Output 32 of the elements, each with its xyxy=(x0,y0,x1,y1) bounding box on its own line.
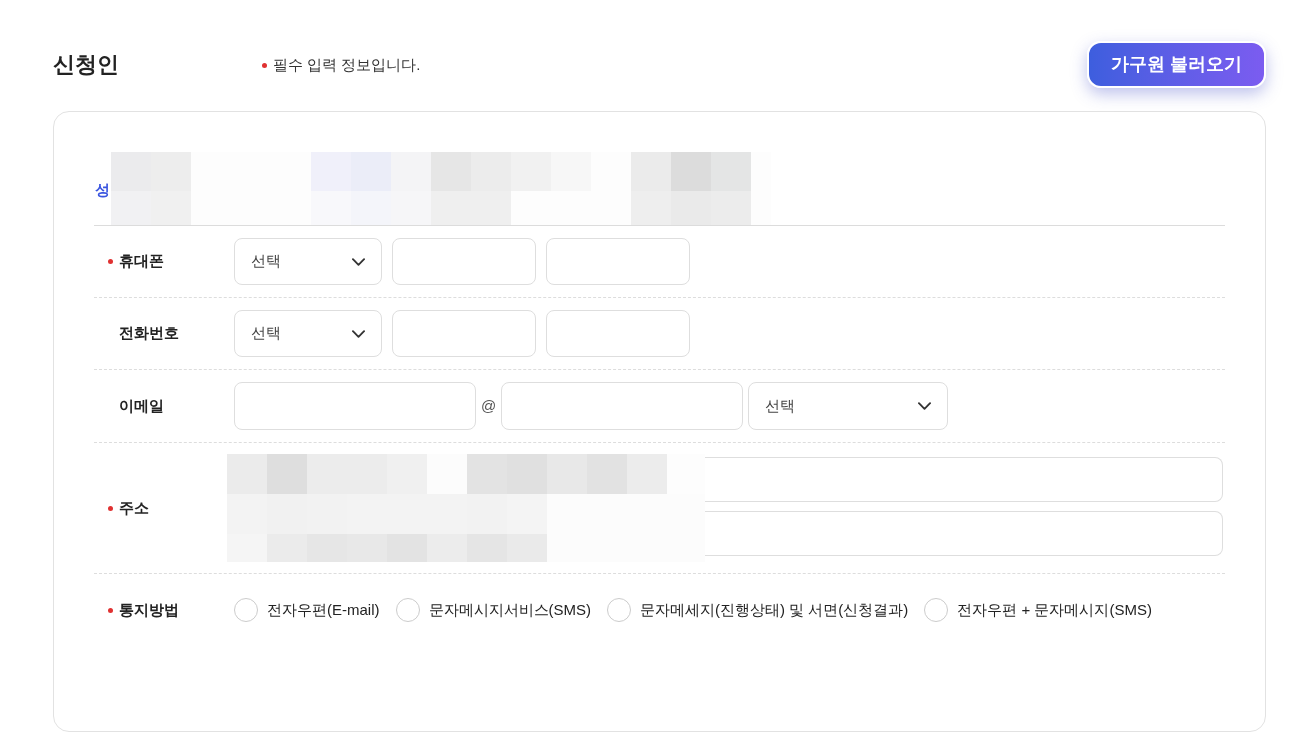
text-input[interactable] xyxy=(546,238,690,285)
field-label: 전화번호 xyxy=(119,323,179,344)
field-label: 휴대폰 xyxy=(119,251,164,272)
text-input[interactable] xyxy=(501,382,744,430)
chevron-down-icon xyxy=(352,329,365,338)
text-input[interactable] xyxy=(546,310,690,357)
field-label: 주소 xyxy=(119,497,149,518)
chevron-down-icon xyxy=(352,257,365,266)
at-sign-text: @ xyxy=(481,395,497,416)
chevron-down-icon xyxy=(918,402,932,410)
text-input[interactable] xyxy=(392,238,536,285)
text-input[interactable] xyxy=(234,382,476,430)
radio-button[interactable] xyxy=(395,598,420,622)
text-input[interactable] xyxy=(392,310,536,357)
section-title: 신청인 xyxy=(53,51,120,79)
select-dropdown[interactable]: 선택 xyxy=(234,238,382,285)
select-dropdown[interactable]: 선택 xyxy=(748,382,949,430)
option-label[interactable]: 전자우편(E-mail) xyxy=(267,598,380,622)
option-label[interactable]: 문자메시지서비스(SMS) xyxy=(428,598,591,622)
required-note: 필수 입력 정보입니다. xyxy=(273,54,421,75)
radio-button[interactable] xyxy=(234,598,258,622)
radio-button[interactable] xyxy=(607,598,631,622)
text-input[interactable] xyxy=(705,511,1223,556)
option-label[interactable]: 문자메세지(진행상태) 및 서면(신청결과) xyxy=(640,598,909,622)
select-dropdown[interactable]: 선택 xyxy=(234,310,382,357)
option-label[interactable]: 전자우편 + 문자메시지(SMS) xyxy=(957,598,1152,622)
field-label: 통지방법 xyxy=(119,599,179,620)
field-label: 성 xyxy=(94,179,111,200)
text-input[interactable] xyxy=(705,457,1223,502)
radio-button[interactable] xyxy=(924,598,949,622)
field-label: 이메일 xyxy=(119,395,164,416)
load-family-button[interactable]: 가구원 불러오기 xyxy=(1087,41,1266,88)
